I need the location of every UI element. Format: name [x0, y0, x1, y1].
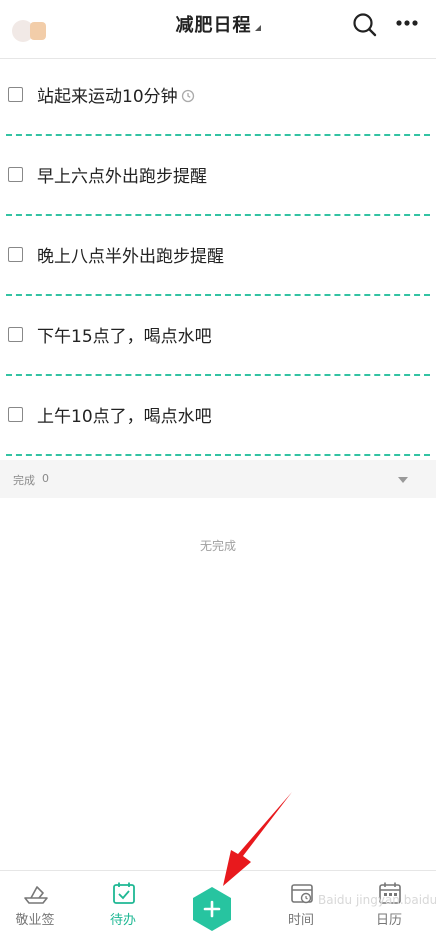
task-item[interactable]: 晚上八点半外出跑步提醒 [0, 217, 436, 297]
completed-section-header[interactable]: 完成 0 [0, 460, 436, 498]
dropdown-caret-icon [254, 25, 261, 31]
dashed-divider [6, 454, 430, 456]
dashed-divider [6, 294, 430, 296]
completed-count: 0 [42, 472, 49, 485]
boat-icon [24, 886, 48, 904]
page-title[interactable]: 减肥日程 [176, 15, 252, 36]
dashed-divider [6, 374, 430, 376]
task-item[interactable]: 早上六点外出跑步提醒 [0, 137, 436, 217]
task-label: 晚上八点半外出跑步提醒 [37, 247, 224, 267]
task-checkbox[interactable] [8, 167, 23, 182]
nav-item-todo[interactable]: 待办 [88, 871, 158, 934]
search-icon[interactable] [352, 12, 378, 38]
top-bar: 减肥日程 [0, 0, 436, 59]
task-item[interactable]: 站起来运动10分钟 [0, 57, 436, 137]
nav-label: 时间 [287, 913, 314, 928]
more-icon[interactable] [395, 16, 421, 30]
dashed-divider [6, 134, 430, 136]
add-button[interactable] [188, 885, 236, 933]
nav-label: 敬业签 [15, 913, 55, 928]
task-label: 站起来运动10分钟 [37, 87, 178, 107]
task-item[interactable]: 下午15点了，喝点水吧 [0, 297, 436, 377]
arrow-annotation-icon [223, 792, 292, 886]
task-label: 上午10点了，喝点水吧 [37, 407, 212, 427]
task-checkbox[interactable] [8, 87, 23, 102]
task-checkbox[interactable] [8, 327, 23, 342]
dashed-divider [6, 214, 430, 216]
nav-item-jingyeqian[interactable]: 敬业签 [0, 871, 70, 934]
task-item[interactable]: 上午10点了，喝点水吧 [0, 377, 436, 457]
task-label: 早上六点外出跑步提醒 [37, 167, 207, 187]
completed-label: 完成 [13, 474, 35, 487]
nav-label: 待办 [109, 913, 136, 928]
nav-label: 日历 [375, 913, 402, 928]
clock-icon [181, 89, 194, 103]
empty-completed-text: 无完成 [199, 539, 236, 553]
task-label-wrap: 站起来运动10分钟 [37, 82, 195, 107]
task-checkbox[interactable] [8, 407, 23, 422]
task-checkbox[interactable] [8, 247, 23, 262]
calendar-check-icon [113, 882, 135, 904]
watermark: Baidu jingyan.baidu [318, 893, 436, 907]
task-label: 下午15点了，喝点水吧 [37, 327, 212, 347]
chevron-down-icon[interactable] [398, 477, 408, 483]
plus-hexagon-icon [193, 887, 231, 931]
